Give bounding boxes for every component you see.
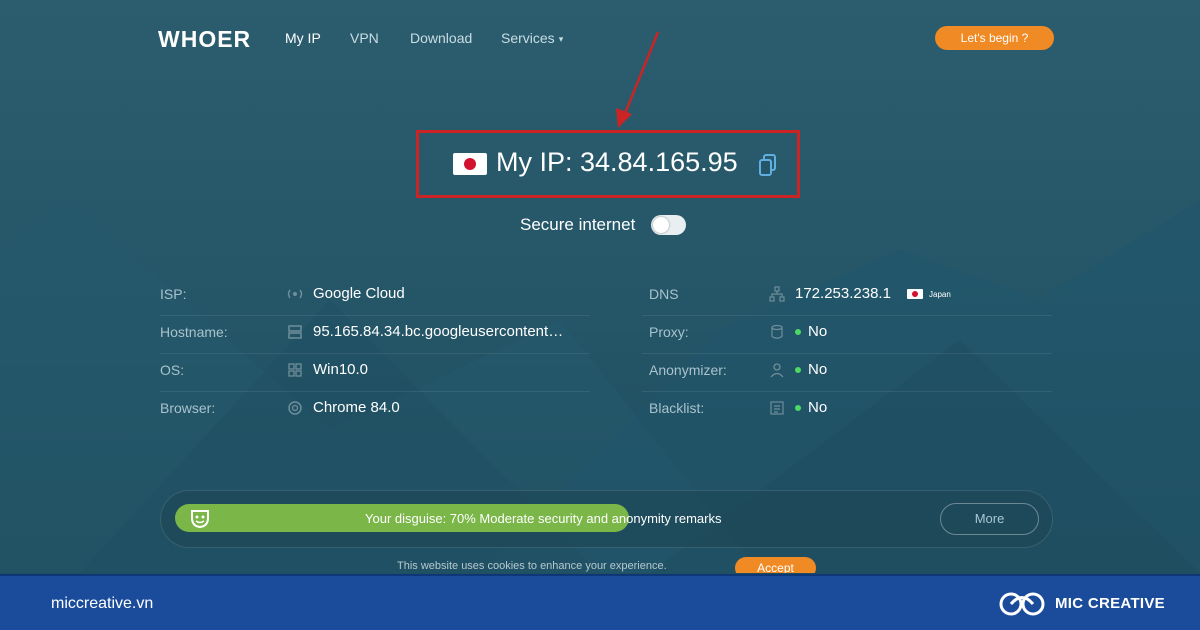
dns-country: Japan bbox=[929, 290, 951, 299]
browser-row: Browser: Chrome 84.0 bbox=[160, 392, 590, 430]
accept-cookies-button[interactable]: Accept bbox=[735, 557, 816, 573]
status-dot-icon bbox=[795, 405, 801, 411]
list-icon bbox=[770, 401, 784, 415]
os-value: Win10.0 bbox=[313, 361, 369, 378]
isp-label: ISP: bbox=[160, 286, 187, 302]
database-icon bbox=[771, 324, 783, 339]
blacklist-row: Blacklist: No bbox=[642, 392, 1052, 430]
dns-value: 172.253.238.1 bbox=[795, 285, 891, 302]
status-dot-icon bbox=[795, 367, 801, 373]
blacklist-value: No bbox=[808, 399, 828, 416]
isp-row: ISP: Google Cloud bbox=[160, 278, 590, 316]
toggle-knob bbox=[653, 217, 669, 233]
my-ip-highlight-box: My IP: 34.84.165.95 bbox=[416, 130, 800, 198]
secure-internet-label: Secure internet bbox=[520, 215, 636, 234]
secure-internet-toggle[interactable] bbox=[651, 215, 686, 235]
copy-icon[interactable] bbox=[759, 154, 777, 176]
cookie-banner: This website uses cookies to enhance you… bbox=[0, 552, 1200, 573]
nav-services[interactable]: Services ▾ bbox=[501, 30, 563, 46]
anonymizer-value: No bbox=[808, 361, 828, 378]
mask-icon bbox=[191, 510, 209, 529]
anonymizer-row: Anonymizer: No bbox=[642, 354, 1052, 392]
mic-creative-logo-icon bbox=[999, 592, 1045, 616]
network-icon bbox=[769, 286, 785, 302]
chevron-down-icon: ▾ bbox=[558, 33, 564, 44]
nav-my-ip[interactable]: My IP bbox=[285, 30, 321, 46]
status-dot-icon bbox=[795, 329, 801, 335]
whoer-screenshot: WHOER My IP VPN Download Services ▾ Let's… bbox=[0, 0, 1200, 573]
user-icon bbox=[770, 363, 784, 378]
windows-icon bbox=[288, 363, 302, 377]
browser-label: Browser: bbox=[160, 400, 216, 416]
os-label: OS: bbox=[160, 362, 185, 378]
anonymizer-label: Anonymizer: bbox=[649, 362, 727, 378]
cookie-text: This website uses cookies to enhance you… bbox=[397, 560, 667, 572]
blacklist-label: Blacklist: bbox=[649, 400, 705, 416]
hostname-value: 95.165.84.34.bc.googleusercontent… bbox=[313, 323, 564, 340]
nav-vpn[interactable]: VPN bbox=[350, 30, 379, 46]
dns-label: DNS bbox=[649, 286, 679, 302]
proxy-row: Proxy: No bbox=[642, 316, 1052, 354]
wifi-icon bbox=[287, 289, 303, 299]
top-navigation: WHOER My IP VPN Download Services ▾ Let's… bbox=[0, 0, 1200, 78]
japan-flag-icon bbox=[907, 289, 923, 299]
browser-value: Chrome 84.0 bbox=[313, 399, 400, 416]
disguise-panel: Your disguise: 70% Moderate security and… bbox=[160, 490, 1053, 548]
hostname-label: Hostname: bbox=[160, 324, 228, 340]
nav-download[interactable]: Download bbox=[410, 30, 472, 46]
server-icon bbox=[288, 325, 302, 339]
my-ip-label: My IP: 34.84.165.95 bbox=[496, 147, 738, 177]
disguise-text: Your disguise: 70% Moderate security and… bbox=[365, 511, 722, 526]
footer-brand-name: MIC CREATIVE bbox=[1055, 595, 1165, 612]
dns-row: DNS 172.253.238.1 Japan bbox=[642, 278, 1052, 316]
whoer-logo[interactable]: WHOER bbox=[158, 26, 251, 53]
os-row: OS: Win10.0 bbox=[160, 354, 590, 392]
more-button[interactable]: More bbox=[940, 503, 1039, 535]
proxy-value: No bbox=[808, 323, 828, 340]
nav-services-label: Services bbox=[501, 30, 555, 46]
chrome-icon bbox=[288, 401, 302, 415]
footer-banner: miccreative.vn MIC CREATIVE bbox=[0, 574, 1200, 630]
lets-begin-button[interactable]: Let's begin ? bbox=[935, 26, 1054, 50]
hostname-row: Hostname: 95.165.84.34.bc.googleusercont… bbox=[160, 316, 590, 354]
japan-flag-icon bbox=[453, 153, 487, 175]
proxy-label: Proxy: bbox=[649, 324, 689, 340]
footer-site-url[interactable]: miccreative.vn bbox=[51, 595, 153, 613]
isp-value: Google Cloud bbox=[313, 285, 405, 302]
